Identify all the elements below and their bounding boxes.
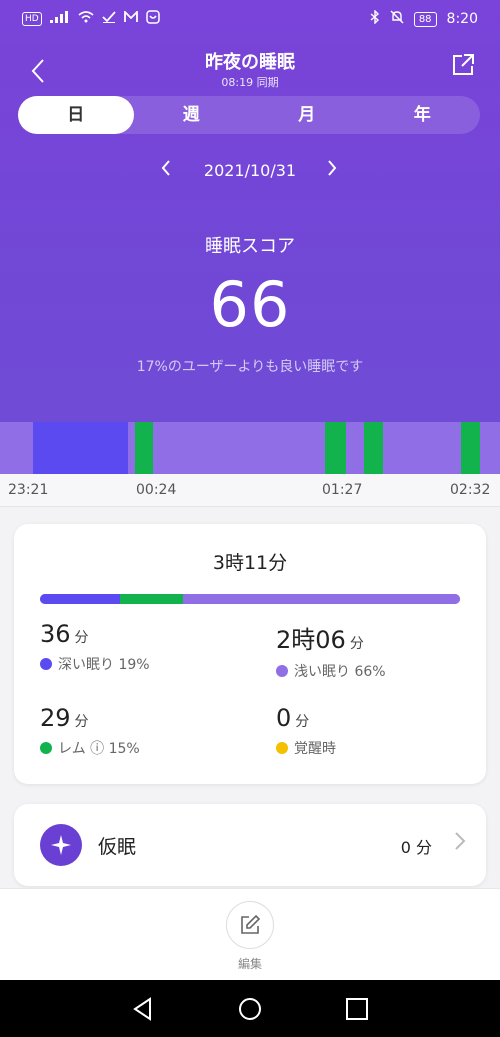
- timeline-segment-rem: [135, 422, 153, 474]
- stat-label-text: レム ⓘ 15%: [58, 741, 140, 757]
- stat-unit: 分: [74, 630, 89, 646]
- total-sleep-duration: 3時11分: [212, 552, 288, 574]
- time-tick: 00:24: [136, 482, 177, 498]
- edit-icon: [241, 914, 261, 934]
- score-comparison: 17%のユーザーよりも良い睡眠です: [136, 359, 364, 375]
- stat-label-text: 浅い眠り 66%: [294, 664, 386, 680]
- nap-card[interactable]: 仮眠 0 分: [14, 804, 486, 886]
- stat-deep-sleep: 36 分 深い眠り 19%: [40, 620, 240, 674]
- mute-icon: [390, 10, 404, 28]
- chevron-right-icon: [328, 160, 337, 176]
- tab-day[interactable]: 日: [18, 96, 134, 134]
- bar-deep: [40, 594, 120, 604]
- timeline-segment-deep: [33, 422, 128, 474]
- nap-label: 仮眠: [98, 836, 137, 858]
- bluetooth-icon: [370, 9, 380, 28]
- signal-icon: [49, 11, 70, 26]
- nav-home-icon[interactable]: [237, 996, 263, 1022]
- bar-light: [182, 594, 460, 604]
- bar-rem: [119, 594, 183, 604]
- hd-badge: HD: [22, 11, 42, 26]
- stat-label-text: 深い眠り 19%: [58, 657, 150, 673]
- nap-duration: 0 分: [400, 838, 432, 857]
- chevron-right-icon: [454, 828, 466, 858]
- header: 昨夜の睡眠 08:19 同期: [0, 44, 500, 96]
- stat-label: 覚醒時: [276, 738, 476, 758]
- date-navigator: 2021/10/31: [0, 156, 500, 186]
- mail-icon: [123, 9, 138, 26]
- status-left: HD: [22, 9, 160, 27]
- stat-rem-sleep: 29 分 レム ⓘ 15%: [40, 704, 240, 758]
- stat-label-text: 覚醒時: [294, 741, 336, 757]
- status-right: 88 8:20: [370, 9, 478, 28]
- status-bar: HD 88 8:20: [0, 0, 500, 38]
- check-icon: [102, 11, 116, 26]
- time-tick: 23:21: [8, 482, 49, 498]
- stat-value: 36: [40, 620, 71, 648]
- stat-value: 0: [276, 704, 292, 732]
- sleep-summary-card: 3時11分 36 分 深い眠り 19% 2時06 分 浅い眠り 66% 29 分 レム…: [14, 524, 486, 784]
- share-button[interactable]: [450, 52, 482, 84]
- light-dot: [276, 665, 288, 677]
- stat-awake: 0分 覚醒時: [276, 704, 476, 758]
- current-date: 2021/10/31: [203, 161, 297, 180]
- nav-back-icon[interactable]: [130, 996, 156, 1022]
- chevron-left-icon: [161, 160, 170, 176]
- period-tabs: 日 週 月 年: [18, 96, 480, 134]
- tab-month[interactable]: 月: [249, 96, 365, 134]
- stat-label: 浅い眠り 66%: [276, 661, 476, 681]
- time-tick: 02:32: [450, 482, 491, 498]
- stat-light-sleep: 2時06 分 浅い眠り 66%: [276, 620, 476, 681]
- timeline-segment-rem: [461, 422, 480, 474]
- stat-unit: 分: [349, 636, 364, 652]
- status-time: 8:20: [446, 11, 478, 27]
- time-tick: 01:27: [322, 482, 363, 498]
- timeline-segment-rem: [364, 422, 383, 474]
- stat-unit: 分: [295, 714, 310, 730]
- deep-dot: [40, 658, 52, 670]
- tab-year[interactable]: 年: [365, 96, 481, 134]
- bottom-bar: 編集: [0, 888, 500, 981]
- previous-date-button[interactable]: [160, 158, 172, 182]
- share-icon: [453, 54, 474, 75]
- stat-value: 29: [40, 704, 71, 732]
- next-date-button[interactable]: [326, 158, 338, 182]
- edit-label: 編集: [237, 957, 262, 971]
- rem-dot: [40, 742, 52, 754]
- timeline-axis: 23:21 00:24 01:27 02:32: [0, 474, 500, 507]
- stat-unit: 分: [74, 714, 89, 730]
- page-title: 昨夜の睡眠: [205, 52, 295, 73]
- wifi-icon: [78, 11, 94, 26]
- awake-dot: [276, 742, 288, 754]
- tab-week[interactable]: 週: [134, 96, 250, 134]
- nav-recents-icon[interactable]: [344, 996, 370, 1022]
- stage-proportion-bar: [40, 594, 460, 604]
- sleep-score: 66: [209, 268, 291, 341]
- app-notification-icon: [145, 10, 160, 27]
- stat-value: 2時06: [276, 626, 346, 654]
- sync-time: 08:19 同期: [221, 76, 279, 89]
- stat-label: 深い眠り 19%: [40, 654, 240, 674]
- sleep-stage-timeline: [0, 422, 500, 474]
- score-label: 睡眠スコア: [205, 236, 295, 257]
- stat-label[interactable]: レム ⓘ 15%: [40, 738, 240, 758]
- battery-indicator: 88: [413, 11, 437, 27]
- system-nav-bar: [0, 980, 500, 1037]
- timeline-segment-rem: [325, 422, 346, 474]
- sparkle-icon: [40, 824, 82, 866]
- edit-button[interactable]: [226, 901, 274, 949]
- hero-section: HD 88 8:20 昨夜の睡眠 08:19 同期 日 週 月 年 2021/1…: [0, 0, 500, 474]
